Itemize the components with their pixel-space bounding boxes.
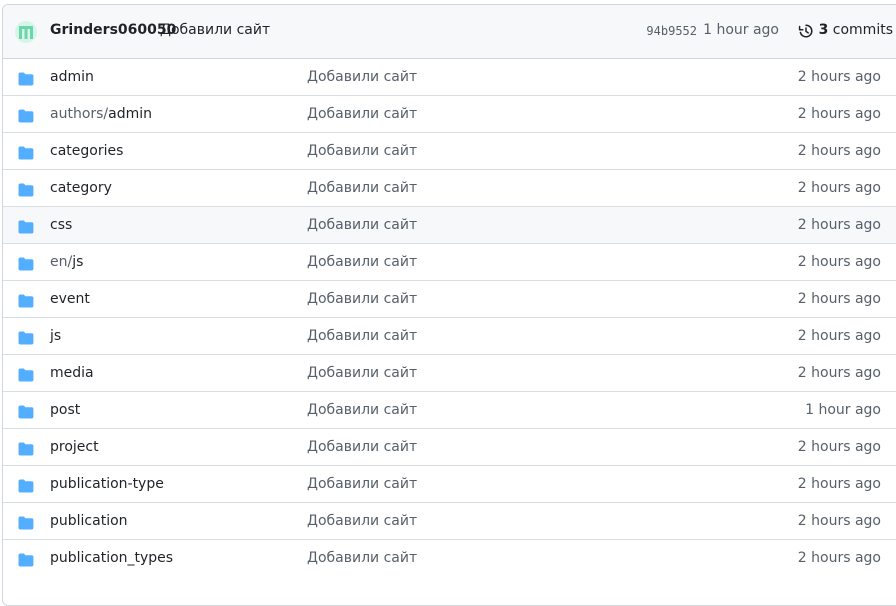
folder-icon (18, 368, 34, 382)
item-age: 2 hours ago (797, 106, 881, 122)
folder-icon (18, 405, 34, 419)
item-name[interactable]: publication (50, 513, 128, 529)
item-name-label: admin (108, 106, 153, 122)
item-age: 2 hours ago (797, 254, 881, 270)
item-name-label: post (50, 402, 81, 418)
commit-message[interactable]: Добавили сайт (160, 22, 270, 38)
item-commit-message[interactable]: Добавили сайт (307, 69, 417, 85)
item-commit-message[interactable]: Добавили сайт (307, 217, 417, 233)
item-name-label: event (50, 291, 90, 307)
folder-icon (18, 331, 34, 345)
table-row[interactable]: project Добавили сайт 2 hours ago (3, 428, 896, 465)
item-name-label: admin (50, 69, 94, 85)
item-age: 2 hours ago (797, 550, 881, 566)
item-name-label: css (50, 217, 73, 233)
commit-sha[interactable]: 94b9552 (646, 24, 697, 38)
item-age: 2 hours ago (797, 513, 881, 529)
folder-icon (18, 146, 34, 160)
item-commit-message[interactable]: Добавили сайт (307, 513, 417, 529)
item-name[interactable]: admin (50, 69, 94, 85)
avatar[interactable] (15, 21, 37, 43)
latest-commit-bar: Grinders060050 Добавили сайт 94b9552 1 h… (3, 5, 896, 59)
table-row[interactable]: media Добавили сайт 2 hours ago (3, 354, 896, 391)
item-age: 2 hours ago (797, 365, 881, 381)
item-age: 2 hours ago (797, 328, 881, 344)
item-name-label: category (50, 180, 112, 196)
item-name-label: project (50, 439, 99, 455)
item-name[interactable]: publication_types (50, 550, 173, 566)
item-name[interactable]: category (50, 180, 112, 196)
item-age: 2 hours ago (797, 143, 881, 159)
item-name[interactable]: event (50, 291, 90, 307)
item-name-label: media (50, 365, 94, 381)
commit-author[interactable]: Grinders060050 (50, 22, 176, 38)
table-row[interactable]: event Добавили сайт 2 hours ago (3, 280, 896, 317)
item-age: 2 hours ago (797, 476, 881, 492)
item-commit-message[interactable]: Добавили сайт (307, 143, 417, 159)
item-name-label: publication_types (50, 550, 174, 566)
item-name[interactable]: js (50, 328, 61, 344)
item-name-label: categories (50, 143, 124, 159)
item-name[interactable]: css (50, 217, 72, 233)
folder-icon (18, 109, 34, 123)
item-commit-message[interactable]: Добавили сайт (307, 439, 417, 455)
item-name[interactable]: media (50, 365, 94, 381)
table-row[interactable]: publication Добавили сайт 2 hours ago (3, 502, 896, 539)
item-age: 2 hours ago (797, 217, 881, 233)
item-age: 2 hours ago (797, 439, 881, 455)
item-commit-message[interactable]: Добавили сайт (307, 328, 417, 344)
folder-icon (18, 294, 34, 308)
item-name[interactable]: categories (50, 143, 123, 159)
table-row[interactable]: css Добавили сайт 2 hours ago (3, 206, 896, 243)
folder-icon (18, 553, 34, 567)
commits-count: 3 (818, 22, 829, 38)
item-path-prefix: authors/ (50, 106, 109, 122)
item-name[interactable]: project (50, 439, 99, 455)
item-commit-message[interactable]: Добавили сайт (307, 291, 417, 307)
item-name-label: publication-type (50, 476, 164, 492)
table-row[interactable]: authors/admin Добавили сайт 2 hours ago (3, 95, 896, 132)
item-commit-message[interactable]: Добавили сайт (307, 106, 417, 122)
commits-label: commits (832, 22, 893, 38)
item-age: 2 hours ago (797, 180, 881, 196)
item-commit-message[interactable]: Добавили сайт (307, 365, 417, 381)
item-name-label: js (50, 328, 62, 344)
folder-icon (18, 479, 34, 493)
table-row[interactable]: en/js Добавили сайт 2 hours ago (3, 243, 896, 280)
item-name-label: js (72, 254, 84, 270)
table-row[interactable]: publication_types Добавили сайт 2 hours ag… (3, 539, 896, 576)
item-commit-message[interactable]: Добавили сайт (307, 180, 417, 196)
table-row[interactable]: categories Добавили сайт 2 hours ago (3, 132, 896, 169)
item-name[interactable]: authors/admin (50, 106, 152, 122)
item-path-prefix: en/ (50, 254, 73, 270)
folder-icon (18, 72, 34, 86)
folder-icon (18, 442, 34, 456)
item-name[interactable]: publication-type (50, 476, 164, 492)
table-row[interactable]: admin Добавили сайт 2 hours ago (3, 59, 896, 95)
table-row[interactable]: js Добавили сайт 2 hours ago (3, 317, 896, 354)
item-commit-message[interactable]: Добавили сайт (307, 402, 417, 418)
item-age: 2 hours ago (797, 291, 881, 307)
item-age: 2 hours ago (797, 69, 881, 85)
folder-icon (18, 516, 34, 530)
commits-link[interactable]: 3 commits (798, 22, 893, 38)
item-commit-message[interactable]: Добавили сайт (307, 476, 417, 492)
table-row[interactable]: publication-type Добавили сайт 2 hours ago (3, 465, 896, 502)
folder-icon (18, 257, 34, 271)
item-name-label: publication (50, 513, 128, 529)
item-name[interactable]: post (50, 402, 80, 418)
commit-time: 1 hour ago (703, 22, 779, 38)
file-browser: Grinders060050 Добавили сайт 94b9552 1 h… (2, 4, 896, 606)
history-icon (798, 24, 813, 38)
table-row[interactable]: post Добавили сайт 1 hour ago (3, 391, 896, 428)
folder-icon (18, 183, 34, 197)
file-list: admin Добавили сайт 2 hours ago authors/adm… (3, 59, 896, 576)
item-commit-message[interactable]: Добавили сайт (307, 254, 417, 270)
item-age: 1 hour ago (805, 402, 881, 418)
item-name[interactable]: en/js (50, 254, 83, 270)
folder-icon (18, 220, 34, 234)
table-row[interactable]: category Добавили сайт 2 hours ago (3, 169, 896, 206)
item-commit-message[interactable]: Добавили сайт (307, 550, 417, 566)
